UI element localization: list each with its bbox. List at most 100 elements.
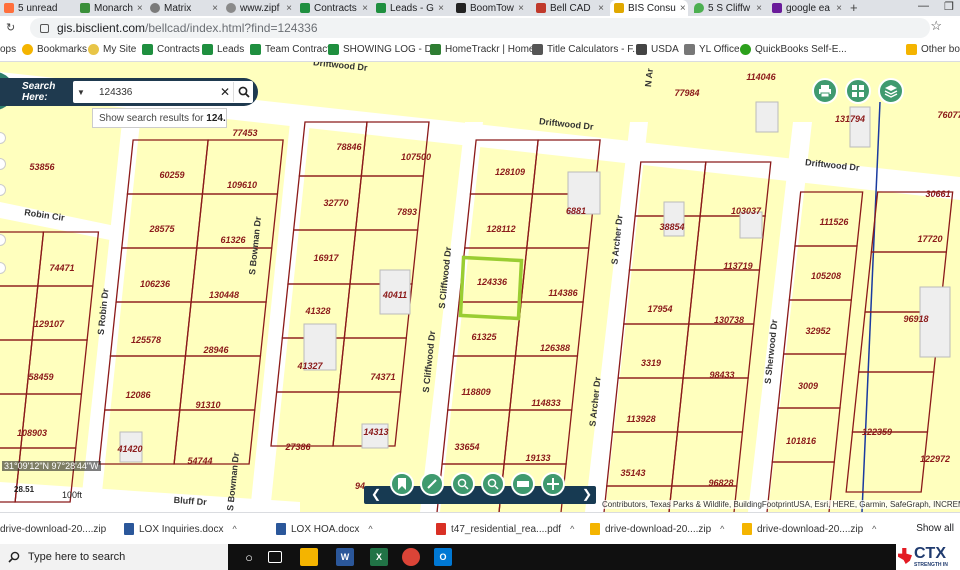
parcel-id-label[interactable]: 16917: [313, 253, 339, 263]
excel-icon[interactable]: X: [370, 548, 388, 566]
parcel-id-label[interactable]: 17954: [647, 304, 672, 314]
parcel-outline[interactable]: [464, 193, 534, 249]
tab-monarch[interactable]: Monarch ×: [76, 0, 146, 16]
parcel-outline[interactable]: [851, 371, 935, 433]
parcel-id-label[interactable]: 106236: [140, 279, 171, 289]
bookmark-team-contract[interactable]: Team Contract: [250, 44, 330, 55]
parcel-outline[interactable]: [337, 337, 408, 393]
parcel-id-label[interactable]: 107500: [401, 152, 431, 162]
parcel-id-label[interactable]: 41420: [116, 444, 142, 454]
tab-zipforms[interactable]: www.zipf ×: [222, 0, 296, 16]
measure-tool-button[interactable]: [511, 472, 535, 496]
bookmark-bookmarks[interactable]: Bookmarks: [22, 44, 87, 55]
download-item[interactable]: t47_residential_rea....pdf ^: [436, 521, 574, 537]
parcel-id-label[interactable]: 58459: [28, 372, 53, 382]
parcel-id-label[interactable]: 3009: [798, 381, 818, 391]
search-field[interactable]: ▼ 124336 ✕: [73, 81, 253, 103]
parcel-outline[interactable]: [0, 231, 45, 287]
parcel-id-label[interactable]: 7893: [397, 207, 417, 217]
close-tab-icon[interactable]: ×: [756, 3, 762, 14]
parcel-outline[interactable]: [37, 231, 100, 287]
reload-icon[interactable]: ↻: [6, 21, 15, 34]
parcel-id-label[interactable]: 96918: [903, 314, 928, 324]
parcel-id-label[interactable]: 12086: [125, 390, 151, 400]
bookmark-leads[interactable]: Leads: [202, 44, 244, 55]
parcel-id-label[interactable]: 103037: [731, 206, 762, 216]
parcel-id-label[interactable]: 98433: [709, 370, 734, 380]
add-tool-button[interactable]: [541, 472, 565, 496]
chevron-up-icon[interactable]: ^: [872, 524, 876, 534]
outlook-icon[interactable]: O: [434, 548, 452, 566]
download-item[interactable]: drive-download-20....zip: [0, 521, 106, 537]
parcel-id-label[interactable]: 76077: [937, 110, 960, 120]
lock-icon[interactable]: [40, 23, 49, 33]
parcel-outline[interactable]: [0, 393, 28, 449]
bookmark-my-site[interactable]: My Site: [88, 44, 136, 55]
close-tab-icon[interactable]: ×: [836, 3, 842, 14]
parcel-id-label[interactable]: 111526: [820, 217, 850, 227]
bookmark-tool-button[interactable]: [390, 472, 414, 496]
parcel-outline[interactable]: [354, 175, 425, 231]
parcel-outline[interactable]: [771, 407, 841, 463]
parcel-id-label[interactable]: 54744: [187, 456, 212, 466]
selected-parcel-highlight[interactable]: [458, 255, 524, 321]
parcel-id-label[interactable]: 128112: [486, 224, 515, 234]
parcel-outline[interactable]: [121, 193, 204, 249]
address-bar[interactable]: gis.bisclient.com/bellcad/index.html?fin…: [30, 18, 930, 38]
parcel-id-label[interactable]: 53856: [29, 162, 55, 172]
tab-boomtown[interactable]: BoomTow ×: [452, 0, 528, 16]
chrome-icon[interactable]: [402, 548, 420, 566]
parcel-outline[interactable]: [31, 285, 94, 341]
parcel-id-label[interactable]: 129107: [34, 319, 65, 329]
parcel-id-label[interactable]: 19133: [525, 453, 550, 463]
parcel-outline[interactable]: [845, 431, 929, 493]
parcel-id-label[interactable]: 28575: [148, 224, 175, 234]
search-suggestion[interactable]: Show search results for 124...: [92, 108, 227, 128]
print-button[interactable]: [812, 78, 838, 104]
parcel-map[interactable]: 114046 77984 131794 76077 77453 78846 107500 12…: [0, 62, 960, 512]
parcel-outline[interactable]: [25, 339, 88, 395]
download-item[interactable]: drive-download-20....zip ^: [590, 521, 724, 537]
parcel-id-label[interactable]: 113719: [723, 261, 752, 271]
parcel-id-label[interactable]: 78846: [336, 142, 362, 152]
parcel-id-label[interactable]: 30661: [925, 189, 950, 199]
close-tab-icon[interactable]: ×: [598, 3, 604, 14]
parcel-id-label[interactable]: 35143: [620, 468, 645, 478]
parcel-map-canvas[interactable]: 114046 77984 131794 76077 77453 78846 107500 12…: [0, 62, 960, 512]
parcel-id-label[interactable]: 77453: [232, 128, 257, 138]
parcel-id-label[interactable]: 118809: [461, 387, 490, 397]
parcel-id-label[interactable]: 74371: [370, 372, 395, 382]
chevron-up-icon[interactable]: ^: [570, 524, 574, 534]
download-item[interactable]: LOX HOA.docx ^: [276, 521, 373, 537]
bookmark-quickbooks[interactable]: QuickBooks Self-E...: [740, 44, 847, 55]
bookmark-showing-log[interactable]: SHOWING LOG - D...: [328, 44, 440, 55]
file-explorer-icon[interactable]: [300, 548, 318, 566]
parcel-outline[interactable]: [676, 377, 749, 433]
parcel-id-label[interactable]: 109610: [227, 180, 257, 190]
parcel-id-label[interactable]: 27386: [284, 442, 311, 452]
parcel-outline[interactable]: [173, 409, 256, 465]
parcel-id-label[interactable]: 130448: [209, 290, 239, 300]
parcel-outline[interactable]: [20, 393, 83, 449]
bookmark-other[interactable]: Other bo: [906, 44, 960, 55]
parcel-outline[interactable]: [0, 285, 39, 341]
parcel-id-label[interactable]: 38854: [659, 222, 684, 232]
parcel-outline[interactable]: [104, 355, 187, 411]
parcel-id-label[interactable]: 113928: [626, 414, 655, 424]
close-tab-icon[interactable]: ×: [137, 3, 143, 14]
parcel-outline[interactable]: [441, 409, 511, 465]
tab-bis-consulting[interactable]: BIS Consu ×: [610, 0, 688, 16]
tab-google-earth[interactable]: google ea ×: [768, 0, 846, 16]
parcel-id-label[interactable]: 101816: [786, 436, 817, 446]
parcel-id-label[interactable]: 74471: [49, 263, 74, 273]
maximize-icon[interactable]: ❐: [944, 0, 954, 13]
parcel-id-label[interactable]: 126388: [540, 343, 570, 353]
parcel-id-label[interactable]: 128109: [495, 167, 525, 177]
parcel-outline[interactable]: [126, 139, 209, 195]
bookmark-apps[interactable]: ops: [0, 44, 16, 55]
parcel-id-label[interactable]: 114833: [531, 398, 560, 408]
chevron-up-icon[interactable]: ^: [720, 524, 724, 534]
parcel-outline[interactable]: [617, 323, 690, 379]
parcel-id-label[interactable]: 77984: [674, 88, 699, 98]
select-tool-button[interactable]: [451, 472, 475, 496]
